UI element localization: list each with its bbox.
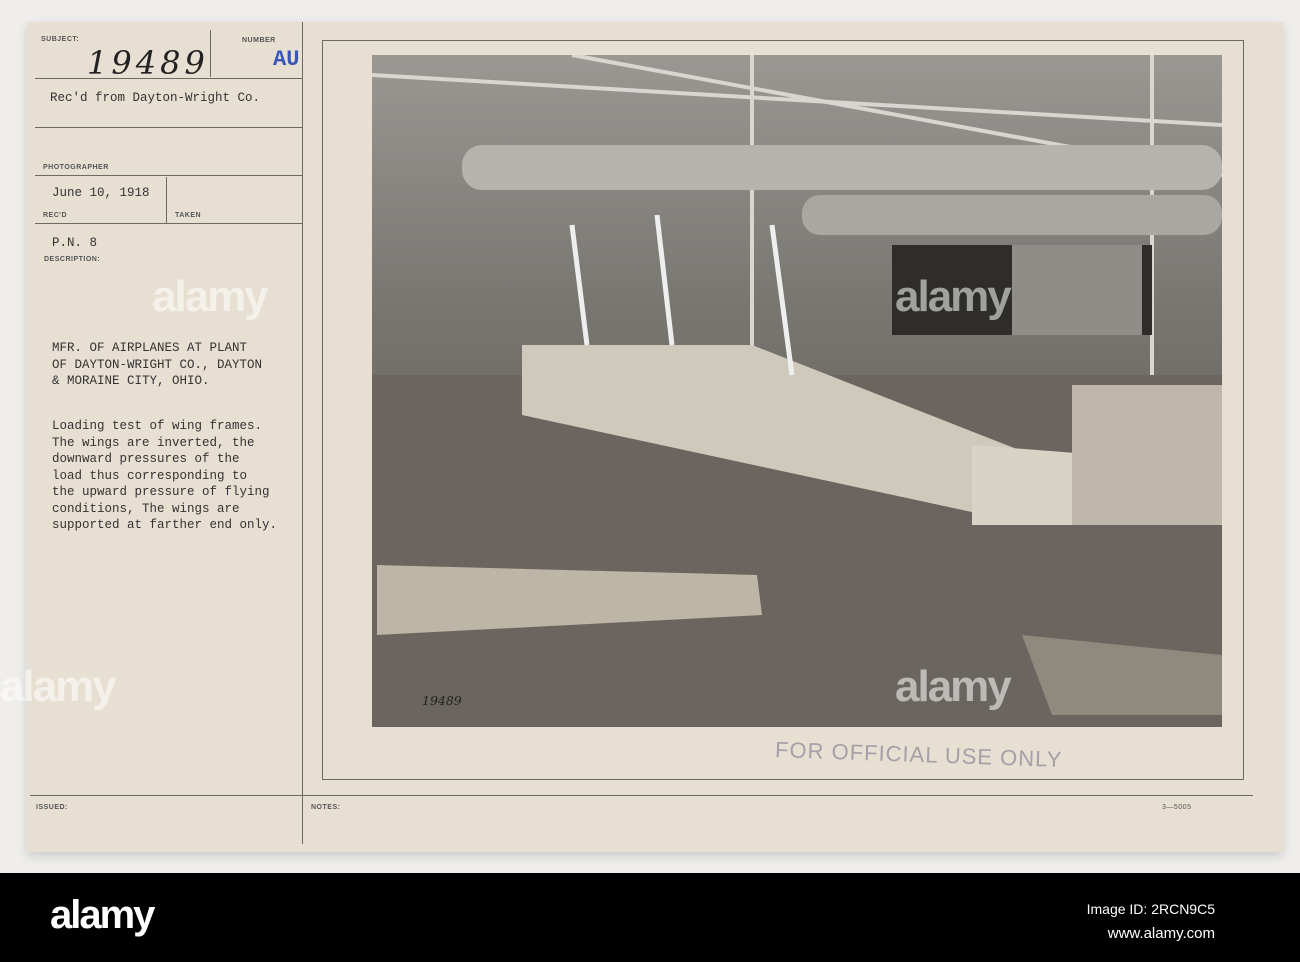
title-line: OF DAYTON-WRIGHT CO., DAYTON bbox=[52, 357, 263, 372]
description-label: DESCRIPTION: bbox=[44, 256, 101, 263]
pn: P.N. 8 bbox=[52, 236, 98, 250]
taken-label: TAKEN bbox=[175, 212, 202, 219]
recd-label: REC'D bbox=[43, 212, 67, 219]
date: June 10, 1918 bbox=[52, 186, 150, 200]
description-line: the upward pressure of flying bbox=[52, 485, 270, 499]
image-id: Image ID: 2RCN9C5 bbox=[1086, 901, 1215, 917]
description-line: supported at farther end only. bbox=[52, 518, 278, 532]
site-url[interactable]: www.alamy.com bbox=[1108, 925, 1215, 942]
description-line: load thus corresponding to bbox=[52, 468, 248, 483]
description-block: Loading test of wing frames. The wings a… bbox=[52, 418, 277, 534]
description-line: The wings are inverted, the bbox=[52, 435, 255, 450]
footer-bar: alamy Image ID: 2RCN9C5 www.alamy.com bbox=[0, 873, 1300, 962]
divider bbox=[166, 177, 167, 223]
divider bbox=[35, 127, 303, 128]
divider bbox=[210, 30, 211, 77]
column-divider bbox=[302, 22, 303, 844]
notes-label: NOTES: bbox=[311, 804, 341, 811]
watermark: alamy bbox=[895, 662, 1012, 711]
number-code: AU bbox=[273, 47, 300, 72]
divider bbox=[35, 175, 303, 176]
description-line: Loading test of wing frames. bbox=[52, 419, 263, 433]
divider bbox=[30, 795, 1253, 796]
factory-photo-illustration bbox=[372, 55, 1222, 727]
photo-number: 19489 bbox=[422, 693, 462, 708]
title-line: MFR. OF AIRPLANES AT PLANT bbox=[52, 341, 248, 355]
photographer-label: PHOTOGRAPHER bbox=[43, 164, 109, 171]
watermark: alamy bbox=[895, 272, 1012, 321]
description-line: downward pressures of the bbox=[52, 452, 240, 466]
watermark: alamy bbox=[0, 662, 117, 711]
alamy-logo: alamy bbox=[50, 893, 155, 937]
title-block: MFR. OF AIRPLANES AT PLANT OF DAYTON-WRI… bbox=[52, 340, 262, 390]
issued-label: ISSUED: bbox=[36, 804, 68, 811]
description-line: conditions, The wings are bbox=[52, 501, 240, 516]
factory-photo: 19489 bbox=[372, 55, 1222, 727]
divider bbox=[35, 223, 303, 224]
title-line: & MORAINE CITY, OHIO. bbox=[52, 374, 210, 388]
received-from: Rec'd from Dayton-Wright Co. bbox=[50, 91, 261, 105]
subject-label: SUBJECT: bbox=[41, 36, 80, 43]
number-label: NUMBER bbox=[242, 37, 276, 44]
form-code: 3—5005 bbox=[1162, 804, 1192, 811]
subject-number: 19489 bbox=[87, 44, 209, 82]
watermark: alamy bbox=[152, 272, 269, 321]
